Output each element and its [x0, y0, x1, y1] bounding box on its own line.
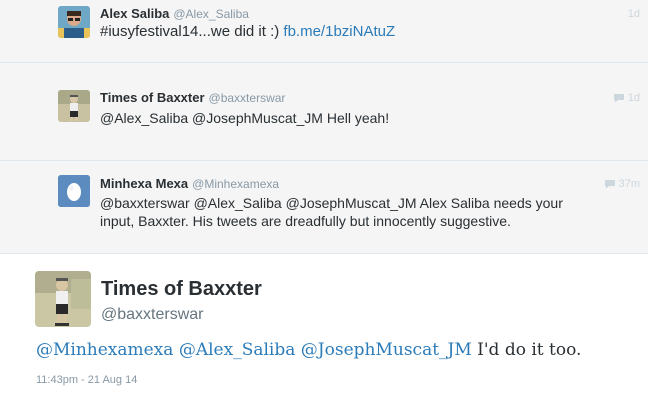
focused-screen-name[interactable]: @baxxterswar [101, 306, 204, 324]
divider [0, 253, 648, 254]
tweet-text: @Alex_Saliba @JosephMuscat_JM Hell yeah! [100, 109, 630, 127]
tweet-body: I'd do it too. [477, 340, 582, 360]
timestamp[interactable]: 1d [628, 8, 640, 20]
avatar[interactable] [58, 90, 90, 122]
reply-bubble-icon [604, 180, 615, 189]
tweet-datetime[interactable]: 11:43pm - 21 Aug 14 [36, 374, 137, 386]
tweet-body: @Alex_Saliba @JosephMuscat_JM Hell yeah! [100, 110, 390, 126]
tweet-link[interactable]: fb.me/1bziNAtuZ [283, 23, 395, 40]
thread-tweet-2[interactable]: Times of Baxxter @baxxterswar 1d @Alex_Sa… [0, 63, 648, 160]
display-name[interactable]: Alex Saliba [100, 6, 169, 21]
tweet-body: #iusyfestival14...we did it :) [100, 23, 280, 40]
mention-link[interactable]: @JosephMuscat_JM [301, 340, 472, 360]
thread-tweet-1[interactable]: Alex Saliba @Alex_Saliba 1d #iusyfestival… [0, 0, 648, 62]
timestamp-text[interactable]: 1d [628, 8, 640, 20]
tweet-text: @baxxterswar @Alex_Saliba @JosephMuscat_… [100, 194, 630, 230]
mention-link[interactable]: @Minhexamexa [36, 340, 173, 360]
focused-tweet-text: @Minhexamexa @Alex_Saliba @JosephMuscat_… [36, 340, 581, 360]
avatar[interactable] [58, 6, 90, 38]
egg-avatar[interactable] [58, 175, 90, 207]
author-name[interactable]: Times of Baxxter @baxxterswar [100, 90, 285, 105]
author-name[interactable]: Minhexa Mexa @Minhexamexa [100, 176, 279, 191]
timestamp[interactable]: 37m [604, 178, 640, 190]
conversation-thread: Alex Saliba @Alex_Saliba 1d #iusyfestival… [0, 0, 648, 254]
display-name[interactable]: Minhexa Mexa [100, 176, 188, 191]
display-name[interactable]: Times of Baxxter [100, 90, 205, 105]
reply-bubble-icon [613, 94, 624, 103]
author-name[interactable]: Alex Saliba @Alex_Saliba [100, 6, 249, 21]
timestamp[interactable]: 1d [613, 92, 640, 104]
timestamp-text[interactable]: 1d [628, 92, 640, 104]
focused-display-name[interactable]: Times of Baxxter [101, 278, 262, 301]
timestamp-text[interactable]: 37m [619, 178, 640, 190]
thread-tweet-3[interactable]: Minhexa Mexa @Minhexamexa 37m @baxxterswa… [0, 161, 648, 253]
tweet-body-line: @baxxterswar @Alex_Saliba @JosephMuscat_… [100, 195, 563, 211]
screen-name[interactable]: @Alex_Saliba [173, 7, 249, 21]
screen-name[interactable]: @baxxterswar [209, 91, 286, 105]
tweet-text: #iusyfestival14...we did it :) fb.me/1bz… [100, 23, 630, 41]
egg-icon [58, 175, 90, 207]
tweet-body-line: input, Baxxter. His tweets are dreadfull… [100, 213, 511, 229]
focused-avatar[interactable] [35, 271, 91, 327]
mention-link[interactable]: @Alex_Saliba [179, 340, 296, 360]
screen-name[interactable]: @Minhexamexa [192, 177, 279, 191]
